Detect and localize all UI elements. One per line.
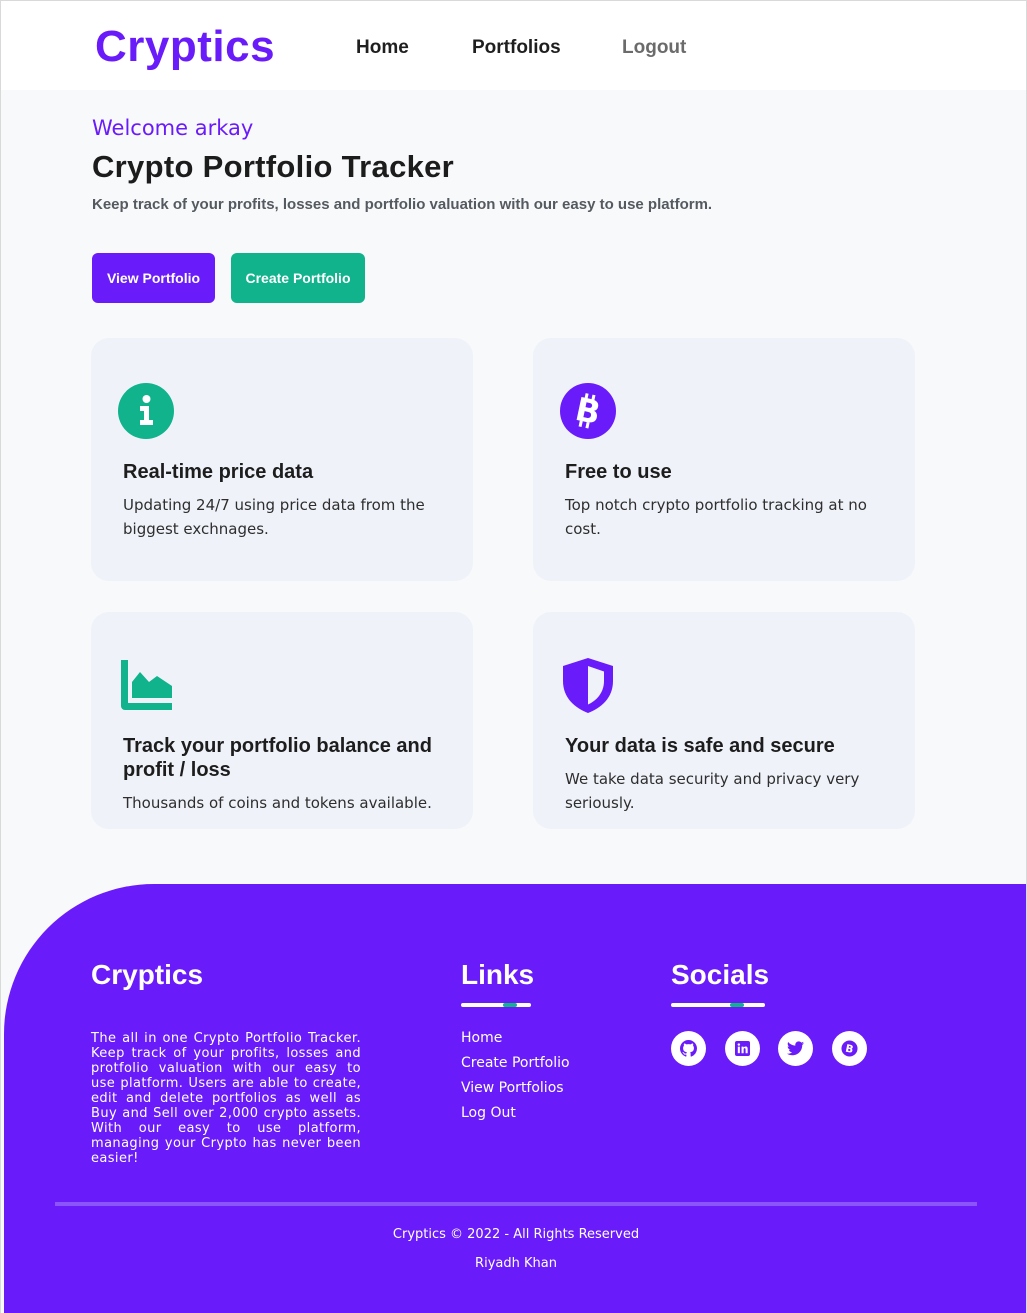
underline-accent — [730, 1003, 744, 1007]
area-chart-icon — [117, 656, 175, 714]
create-portfolio-button[interactable]: Create Portfolio — [231, 253, 365, 303]
feature-card-realtime: Real-time price data Updating 24/7 using… — [91, 338, 473, 581]
feature-card-secure: Your data is safe and secure We take dat… — [533, 612, 915, 829]
author-credit: Riyadh Khan — [475, 1256, 557, 1271]
feature-text: Thousands of coins and tokens available. — [123, 794, 432, 812]
nav-link-portfolios[interactable]: Portfolios — [472, 36, 561, 60]
feature-card-free: B Free to use Top notch crypto portfolio… — [533, 338, 915, 581]
footer-link-home[interactable]: Home — [461, 1029, 570, 1054]
feature-text: Top notch crypto portfolio tracking at n… — [565, 496, 867, 538]
bitcoin-icon[interactable]: B — [832, 1031, 867, 1066]
footer-links-heading: Links — [461, 959, 535, 990]
page-subtitle: Keep track of your profits, losses and p… — [92, 196, 713, 213]
welcome-message: Welcome arkay — [92, 116, 254, 140]
feature-title: Free to use — [565, 461, 672, 483]
footer-link-view-portfolios[interactable]: View Portfolios — [461, 1079, 570, 1104]
copyright-text: Cryptics © 2022 - All Rights Reserved — [392, 1227, 640, 1242]
feature-text: We take data security and privacy very s… — [565, 770, 860, 812]
feature-title: Your data is safe and secure — [565, 735, 835, 757]
underline-accent — [503, 1003, 517, 1007]
navbar: Cryptics Home Portfolios Logout — [1, 1, 1026, 90]
bitcoin-icon: B — [559, 382, 617, 440]
footer-about: The all in one Crypto Portfolio Tracker.… — [91, 1031, 361, 1166]
view-portfolio-button[interactable]: View Portfolio — [92, 253, 215, 303]
heading-underline — [461, 1003, 531, 1007]
footer-link-create-portfolio[interactable]: Create Portfolio — [461, 1054, 570, 1079]
footer-divider — [55, 1202, 977, 1206]
feature-title: Track your portfolio balance and profit … — [123, 735, 432, 781]
feature-card-track: Track your portfolio balance and profit … — [91, 612, 473, 829]
nav-link-logout[interactable]: Logout — [622, 36, 686, 60]
feature-text: Updating 24/7 using price data from the … — [123, 496, 425, 538]
page: Cryptics Home Portfolios Logout Welcome … — [0, 0, 1027, 1313]
info-icon — [117, 382, 175, 440]
shield-icon — [559, 656, 617, 714]
linkedin-icon[interactable] — [725, 1031, 760, 1066]
github-icon[interactable] — [671, 1031, 706, 1066]
footer-link-logout[interactable]: Log Out — [461, 1104, 570, 1129]
page-title: Crypto Portfolio Tracker — [92, 149, 455, 184]
twitter-icon[interactable] — [778, 1031, 813, 1066]
nav-link-home[interactable]: Home — [356, 36, 409, 60]
footer-socials-heading: Socials — [671, 959, 770, 990]
feature-title: Real-time price data — [123, 461, 314, 483]
heading-underline — [671, 1003, 765, 1007]
brand-logo[interactable]: Cryptics — [95, 21, 275, 73]
footer-brand: Cryptics — [91, 959, 204, 990]
footer-links: Home Create Portfolio View Portfolios Lo… — [461, 1029, 570, 1129]
footer: Cryptics The all in one Crypto Portfolio… — [4, 884, 1026, 1313]
